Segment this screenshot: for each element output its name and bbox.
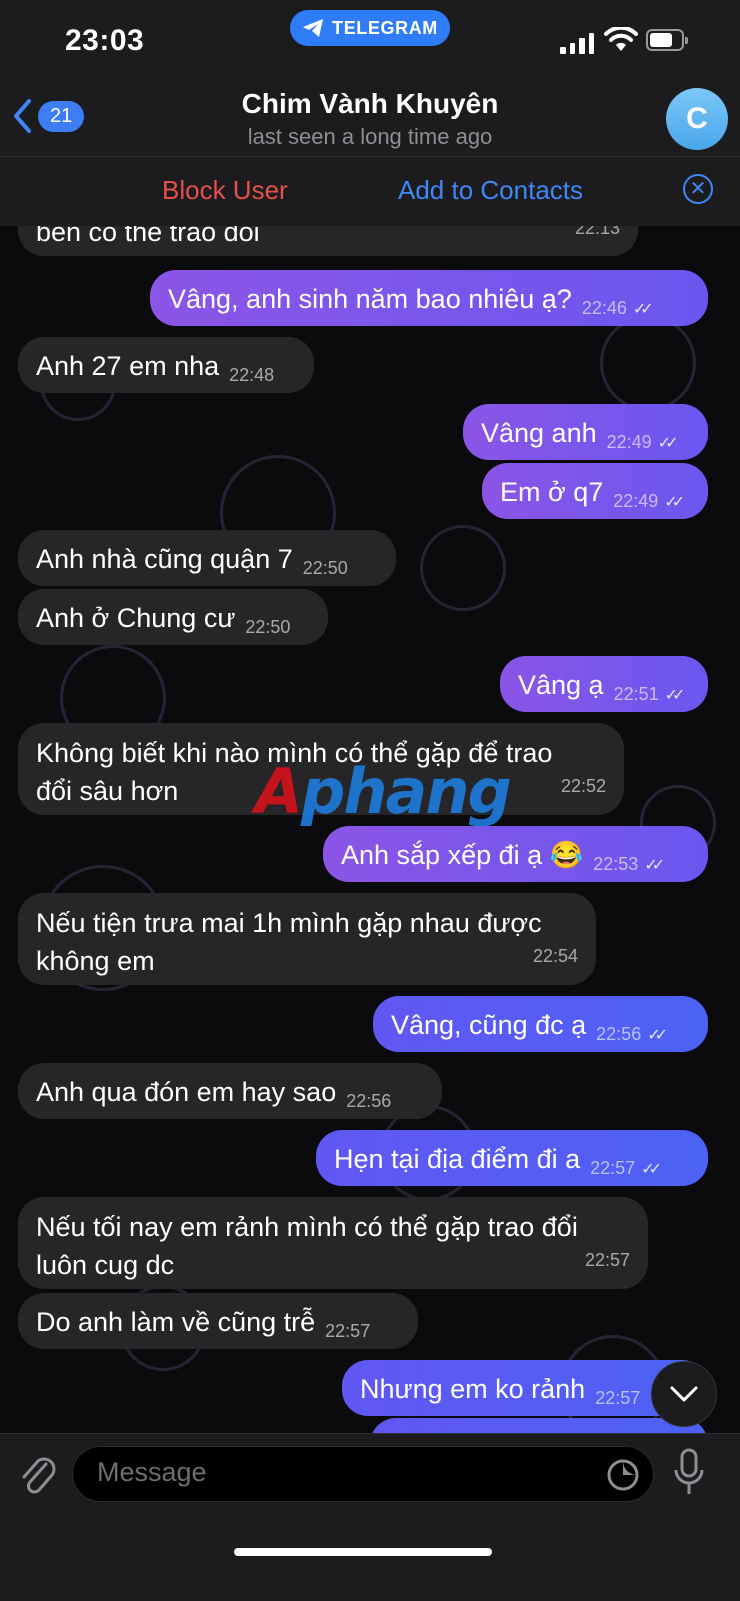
chat-title[interactable]: Chim Vành Khuyên bbox=[0, 88, 740, 120]
signal-icon bbox=[560, 30, 594, 54]
chevron-down-icon bbox=[670, 1386, 698, 1402]
message-text-line: luôn cug dc bbox=[36, 1250, 175, 1280]
last-seen-status: last seen a long time ago bbox=[247, 124, 493, 149]
message-bubble-incoming[interactable]: Anh 27 em nha 22:48 bbox=[18, 337, 314, 393]
message-bubble-outgoing[interactable]: Vâng, cũng đc ạ 22:56 ✓✓ bbox=[373, 996, 708, 1052]
double-check-icon: ✓✓ bbox=[632, 301, 654, 318]
message-bubble-outgoing[interactable]: Anh sắp xếp đi ạ 😂 22:53 ✓✓ bbox=[323, 826, 708, 882]
message-bubble-incoming[interactable]: Nếu tối nay em rảnh mình có thể gặp trao… bbox=[18, 1197, 648, 1289]
message-time: 22:57 bbox=[584, 1250, 630, 1270]
message-text: Vâng anh bbox=[481, 418, 597, 448]
chat-header: 21 Chim Vành Khuyên last seen a long tim… bbox=[0, 80, 740, 156]
top-bar: 23:03 TELEGRAM 21 Chim Vành Khuyên last … bbox=[0, 0, 740, 226]
message-time: 22:46 bbox=[581, 298, 627, 318]
message-time: 22:56 bbox=[596, 1024, 642, 1044]
message-text: Do anh làm về cũng trễ bbox=[36, 1307, 316, 1337]
double-check-icon: ✓✓ bbox=[641, 1161, 662, 1178]
message-text: Nhưng em ko rảnh bbox=[360, 1374, 586, 1404]
contact-action-bar: Block User Add to Contacts ✕ bbox=[0, 156, 740, 226]
sticker-icon[interactable] bbox=[605, 1457, 641, 1493]
double-check-icon: ✓✓ bbox=[644, 857, 665, 874]
message-text: Hẹn tại địa điểm đi a bbox=[334, 1144, 581, 1174]
message-input-box[interactable] bbox=[72, 1446, 654, 1502]
telegram-plane-icon bbox=[303, 19, 324, 37]
double-check-icon: ✓✓ bbox=[664, 494, 685, 511]
status-bar: 23:03 TELEGRAM bbox=[0, 0, 740, 80]
block-user-button[interactable]: Block User bbox=[162, 175, 288, 206]
message-time: 22:57 bbox=[595, 1388, 641, 1408]
message-time: 22:52 bbox=[560, 776, 606, 796]
avatar[interactable]: C bbox=[666, 88, 728, 150]
double-check-icon: ✓✓ bbox=[664, 687, 686, 704]
message-text-line: không em bbox=[36, 946, 155, 976]
message-time: 22:57 bbox=[325, 1321, 371, 1341]
message-text: Anh nhà cũng quận 7 bbox=[36, 544, 293, 574]
home-indicator bbox=[234, 1548, 492, 1556]
message-text-line: Nếu tiện trưa mai 1h mình gặp nhau được bbox=[36, 908, 542, 938]
message-bubble-outgoing[interactable]: Vâng, anh sinh năm bao nhiêu ạ? 22:46 ✓✓ bbox=[150, 270, 708, 326]
message-time: 22:50 bbox=[245, 617, 291, 637]
message-time: 22:56 bbox=[346, 1091, 392, 1111]
scroll-down-button[interactable] bbox=[651, 1361, 717, 1427]
clock: 23:03 bbox=[65, 24, 145, 57]
message-text: Anh sắp xếp đi ạ 😂 bbox=[341, 840, 584, 870]
message-time: 22:49 bbox=[613, 491, 659, 511]
message-text: Anh ở Chung cư bbox=[36, 603, 236, 633]
message-bubble-outgoing[interactable]: Vâng ạ 22:51 ✓✓ bbox=[500, 656, 708, 712]
message-text: Em ở q7 bbox=[500, 477, 604, 507]
wifi-icon bbox=[604, 27, 638, 51]
app-pill-label: TELEGRAM bbox=[332, 17, 438, 38]
battery-icon bbox=[646, 29, 688, 51]
close-icon[interactable]: ✕ bbox=[683, 174, 713, 204]
message-text: Vâng, cũng đc ạ bbox=[391, 1010, 587, 1040]
message-bubble-incoming[interactable]: Anh qua đón em hay sao 22:56 bbox=[18, 1063, 442, 1119]
watermark-logo: Aphang bbox=[255, 755, 512, 828]
message-input[interactable] bbox=[95, 1456, 579, 1489]
message-bubble-incoming[interactable]: Anh ở Chung cư 22:50 bbox=[18, 589, 328, 645]
message-bubble-outgoing[interactable]: Hẹn tại địa điểm đi a 22:57 ✓✓ bbox=[316, 1130, 708, 1186]
double-check-icon: ✓✓ bbox=[647, 1027, 668, 1044]
message-time: 22:49 bbox=[606, 432, 652, 452]
message-bubble-incoming[interactable]: Nếu tiện trưa mai 1h mình gặp nhau được … bbox=[18, 893, 596, 985]
message-text: Vâng, anh sinh năm bao nhiêu ạ? bbox=[168, 284, 572, 314]
double-check-icon: ✓✓ bbox=[657, 435, 679, 452]
message-bubble-outgoing[interactable]: Em ở q7 22:49 ✓✓ bbox=[482, 463, 708, 519]
message-text-line: Nếu tối nay em rảnh mình có thể gặp trao… bbox=[36, 1212, 578, 1242]
message-time: 22:51 bbox=[613, 684, 659, 704]
microphone-icon[interactable] bbox=[672, 1448, 706, 1498]
message-bubble-incoming[interactable]: Do anh làm về cũng trễ 22:57 bbox=[18, 1293, 418, 1349]
message-time: 22:50 bbox=[302, 558, 348, 578]
message-text: Anh 27 em nha bbox=[36, 351, 220, 381]
message-time: 22:57 bbox=[590, 1158, 636, 1178]
message-time: 22:54 bbox=[532, 946, 578, 966]
message-time: 22:48 bbox=[229, 365, 275, 385]
message-time: 22:53 bbox=[593, 854, 639, 874]
input-bar bbox=[0, 1433, 740, 1601]
add-to-contacts-button[interactable]: Add to Contacts bbox=[398, 175, 583, 206]
message-bubble-outgoing[interactable]: Vâng anh 22:49 ✓✓ bbox=[463, 404, 708, 460]
message-bubble-incoming[interactable]: Anh nhà cũng quận 7 22:50 bbox=[18, 530, 396, 586]
paperclip-icon[interactable] bbox=[18, 1454, 58, 1498]
telegram-pill[interactable]: TELEGRAM bbox=[290, 10, 450, 46]
message-text: Vâng ạ bbox=[518, 670, 604, 700]
message-text: Anh qua đón em hay sao bbox=[36, 1077, 337, 1107]
